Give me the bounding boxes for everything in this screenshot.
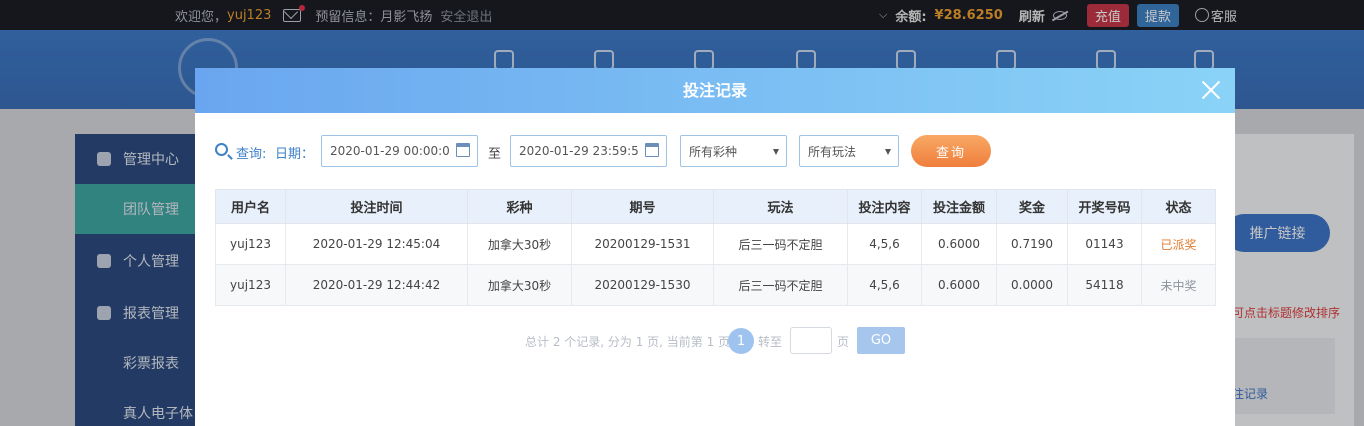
cell-issue: 20200129-1531 <box>571 223 714 265</box>
cell-content: 4,5,6 <box>847 264 922 306</box>
column-header[interactable]: 用户名 <box>215 189 286 224</box>
cell-prize: 0.0000 <box>996 264 1068 306</box>
cell-draw: 54118 <box>1067 264 1142 306</box>
play-select-value: 所有玩法 <box>808 144 857 159</box>
page-label: 页 <box>837 335 850 349</box>
play-select[interactable]: 所有玩法 <box>799 135 899 167</box>
column-header[interactable]: 投注金额 <box>921 189 997 224</box>
cell-user: yuj123 <box>215 264 286 306</box>
query-label: 查询: <box>236 147 267 162</box>
cell-lottery: 加拿大30秒 <box>467 223 572 265</box>
cell-play: 后三一码不定胆 <box>713 264 848 306</box>
filter-bar: 查询: 日期： 至 所有彩种 所有玩法 查询 <box>215 135 1215 167</box>
bet-records-table: 用户名 投注时间 彩种 期号 玩法 投注内容 投注金额 奖金 开奖号码 状态 y… <box>215 189 1216 306</box>
cell-time: 2020-01-29 12:44:42 <box>285 264 468 306</box>
start-date-input[interactable] <box>321 135 478 167</box>
lottery-select[interactable]: 所有彩种 <box>680 135 787 167</box>
lottery-select-value: 所有彩种 <box>689 144 738 159</box>
cell-time: 2020-01-29 12:45:04 <box>285 223 468 265</box>
modal-header: 投注记录 <box>195 68 1235 113</box>
goto-page-input[interactable] <box>790 327 832 354</box>
go-button[interactable]: GO <box>857 327 905 354</box>
cell-amount: 0.6000 <box>921 223 997 265</box>
cell-play: 后三一码不定胆 <box>713 223 848 265</box>
bet-records-modal: 投注记录 查询: 日期： 至 所有彩种 所有玩法 查询 用户名 投注时间 <box>195 68 1235 426</box>
cell-prize: 0.7190 <box>996 223 1068 265</box>
cell-content: 4,5,6 <box>847 223 922 265</box>
query-button[interactable]: 查询 <box>911 135 991 167</box>
calendar-icon[interactable] <box>645 143 659 157</box>
column-header[interactable]: 彩种 <box>467 189 572 224</box>
pagination: 总计 2 个记录, 分为 1 页, 当前第 1 页 1 转至 页 GO <box>195 327 1235 355</box>
end-date-input[interactable] <box>510 135 667 167</box>
modal-title: 投注记录 <box>682 81 747 100</box>
cell-amount: 0.6000 <box>921 264 997 306</box>
goto-label: 转至 <box>758 335 783 349</box>
column-header[interactable]: 状态 <box>1141 189 1216 224</box>
cell-user: yuj123 <box>215 223 286 265</box>
status-badge: 未中奖 <box>1141 264 1216 306</box>
column-header[interactable]: 期号 <box>571 189 714 224</box>
table-row[interactable]: yuj123 2020-01-29 12:44:42 加拿大30秒 202001… <box>215 264 1216 306</box>
column-header[interactable]: 奖金 <box>996 189 1068 224</box>
column-header[interactable]: 投注时间 <box>285 189 468 224</box>
column-header[interactable]: 开奖号码 <box>1067 189 1142 224</box>
column-header[interactable]: 投注内容 <box>847 189 922 224</box>
caret-down-icon <box>885 149 891 155</box>
page-number-current[interactable]: 1 <box>728 328 754 354</box>
column-header[interactable]: 玩法 <box>713 189 848 224</box>
date-label: 日期： <box>275 147 315 162</box>
pagination-info: 总计 2 个记录, 分为 1 页, 当前第 1 页 <box>525 335 731 349</box>
status-badge: 已派奖 <box>1141 223 1216 265</box>
close-icon[interactable] <box>1201 80 1221 100</box>
table-header-row: 用户名 投注时间 彩种 期号 玩法 投注内容 投注金额 奖金 开奖号码 状态 <box>215 189 1216 224</box>
calendar-icon[interactable] <box>456 143 470 157</box>
to-label: 至 <box>488 147 502 162</box>
cell-draw: 01143 <box>1067 223 1142 265</box>
caret-down-icon <box>773 149 779 155</box>
cell-issue: 20200129-1530 <box>571 264 714 306</box>
table-row[interactable]: yuj123 2020-01-29 12:45:04 加拿大30秒 202001… <box>215 223 1216 265</box>
search-icon <box>215 143 228 156</box>
cell-lottery: 加拿大30秒 <box>467 264 572 306</box>
